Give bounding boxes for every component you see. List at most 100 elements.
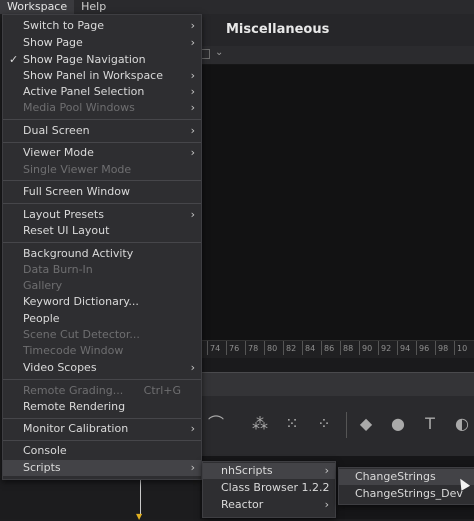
menu-item-console[interactable]: Console <box>3 443 201 459</box>
ruler-tick: 98 <box>434 341 449 355</box>
chevron-right-icon: › <box>190 361 195 374</box>
menu-item-layout-presets[interactable]: Layout Presets › <box>3 207 201 223</box>
ruler-tick: 84 <box>301 341 316 355</box>
timeline-ruler[interactable]: 74 76 78 80 82 84 86 88 90 92 94 96 98 1… <box>200 340 474 359</box>
menu-item-data-burn-in: Data Burn-In <box>3 262 201 278</box>
menubar-workspace[interactable]: Workspace <box>0 0 75 14</box>
menu-item-label: Timecode Window <box>23 344 124 357</box>
menu-item-scripts[interactable]: Scripts › <box>3 460 201 476</box>
chevron-right-icon: › <box>190 101 195 114</box>
bspline-icon[interactable]: ⌒ <box>206 414 226 434</box>
menu-item-label: Scene Cut Detector... <box>23 328 140 341</box>
menubar-help[interactable]: Help <box>74 0 113 14</box>
menu-item-label: Active Panel Selection <box>23 85 145 98</box>
text-3d-icon[interactable]: T <box>420 414 440 434</box>
menu-item-reactor[interactable]: Reactor › <box>203 497 335 513</box>
playhead-marker-icon[interactable]: ▼ <box>136 512 142 521</box>
menu-item-label: Background Activity <box>23 247 134 260</box>
workspace-menu: Switch to Page › Show Page › ✓ Show Page Na… <box>2 14 202 480</box>
menu-item-label: Media Pool Windows <box>23 101 135 114</box>
checkmark-icon: ✓ <box>9 53 19 66</box>
menu-item-label: Scripts <box>23 461 61 474</box>
particle-emitter-icon[interactable]: ⁂ <box>250 414 270 434</box>
ruler-tick: 90 <box>358 341 373 355</box>
menu-item-label: People <box>23 312 60 325</box>
menu-item-label: Data Burn-In <box>23 263 93 276</box>
menu-separator <box>3 242 201 243</box>
menu-item-video-scopes[interactable]: Video Scopes › <box>3 360 201 376</box>
menu-item-label: Class Browser 1.2.2 <box>221 481 330 494</box>
camera-3d-icon[interactable]: ◐ <box>452 414 472 434</box>
menu-item-label: Full Screen Window <box>23 185 130 198</box>
menu-item-label: nhScripts <box>221 464 273 477</box>
menu-separator <box>3 142 201 143</box>
menu-item-show-page-navigation[interactable]: ✓ Show Page Navigation <box>3 52 201 68</box>
particle-render-icon[interactable]: ⁙ <box>282 414 302 434</box>
menu-separator <box>3 203 201 204</box>
ruler-tick: 74 <box>206 341 221 355</box>
menu-item-label: Gallery <box>23 279 63 292</box>
menu-item-label: ChangeStrings_Dev <box>355 487 463 500</box>
panel-title: Miscellaneous <box>226 22 330 37</box>
menu-item-media-pool-windows: Media Pool Windows › <box>3 100 201 116</box>
chevron-right-icon: › <box>190 19 195 32</box>
timeline-scrollbar[interactable] <box>200 372 474 397</box>
nhscripts-submenu: ChangeStrings ChangeStrings_Dev <box>338 467 474 505</box>
menu-item-show-panel-in-workspace[interactable]: Show Panel in Workspace › <box>3 68 201 84</box>
menu-item-label: Monitor Calibration <box>23 422 129 435</box>
ruler-tick: 96 <box>415 341 430 355</box>
chevron-right-icon: › <box>190 69 195 82</box>
menu-item-label: Remote Grading... <box>23 384 124 397</box>
shape-3d-icon[interactable]: ◆ <box>356 414 376 434</box>
ruler-tick: 10 <box>453 341 468 355</box>
node-editor-left <box>0 478 200 519</box>
chevron-right-icon: › <box>324 464 329 477</box>
chevron-right-icon: › <box>190 208 195 221</box>
menu-item-background-activity[interactable]: Background Activity <box>3 246 201 262</box>
menu-item-reset-ui-layout[interactable]: Reset UI Layout <box>3 223 201 239</box>
menu-item-label: Switch to Page <box>23 19 105 32</box>
menu-item-full-screen-window[interactable]: Full Screen Window <box>3 184 201 200</box>
menubar: Workspace Help <box>0 0 474 14</box>
menu-item-single-viewer-mode: Single Viewer Mode <box>3 162 201 178</box>
scripts-submenu: nhScripts › Class Browser 1.2.2 Reactor › <box>202 461 336 518</box>
menu-item-class-browser[interactable]: Class Browser 1.2.2 <box>203 480 335 496</box>
menu-item-viewer-mode[interactable]: Viewer Mode › <box>3 145 201 161</box>
ruler-tick: 80 <box>263 341 278 355</box>
ruler-tick: 82 <box>282 341 297 355</box>
menu-item-shortcut: Ctrl+G <box>143 384 181 397</box>
menu-item-changestrings[interactable]: ChangeStrings <box>339 469 474 485</box>
chevron-right-icon: › <box>190 461 195 474</box>
menu-item-label: Reset UI Layout <box>23 224 110 237</box>
toolbar-divider <box>346 412 347 438</box>
menu-item-monitor-calibration[interactable]: Monitor Calibration › <box>3 421 201 437</box>
menu-item-dual-screen[interactable]: Dual Screen › <box>3 123 201 139</box>
menu-item-timecode-window: Timecode Window <box>3 343 201 359</box>
viewer[interactable] <box>200 65 474 340</box>
playhead-line <box>140 480 141 514</box>
ruler-tick: 76 <box>225 341 240 355</box>
ruler-tick: 88 <box>339 341 354 355</box>
menu-item-label: Dual Screen <box>23 124 90 137</box>
menu-item-switch-to-page[interactable]: Switch to Page › <box>3 18 201 34</box>
menu-item-label: Layout Presets <box>23 208 104 221</box>
menu-item-label: Keyword Dictionary... <box>23 295 139 308</box>
menu-item-active-panel-selection[interactable]: Active Panel Selection › <box>3 84 201 100</box>
menu-item-remote-rendering[interactable]: Remote Rendering <box>3 399 201 415</box>
merge-3d-icon[interactable]: ● <box>388 414 408 434</box>
particle-pipe-icon[interactable]: ⁘ <box>314 414 334 434</box>
chevron-right-icon: › <box>190 36 195 49</box>
menu-item-label: Remote Rendering <box>23 400 126 413</box>
menu-separator <box>3 440 201 441</box>
menu-item-label: Single Viewer Mode <box>23 163 132 176</box>
menu-item-people[interactable]: People <box>3 311 201 327</box>
menu-separator <box>3 180 201 181</box>
menu-item-nhscripts[interactable]: nhScripts › <box>203 463 335 479</box>
menu-item-changestrings-dev[interactable]: ChangeStrings_Dev <box>339 486 474 502</box>
menu-item-show-page[interactable]: Show Page › <box>3 35 201 51</box>
chevron-right-icon: › <box>190 146 195 159</box>
menu-item-keyword-dictionary[interactable]: Keyword Dictionary... <box>3 294 201 310</box>
menu-separator <box>3 418 201 419</box>
chevron-down-icon[interactable]: ⌄ <box>215 47 223 58</box>
menu-item-label: Show Panel in Workspace <box>23 69 163 82</box>
